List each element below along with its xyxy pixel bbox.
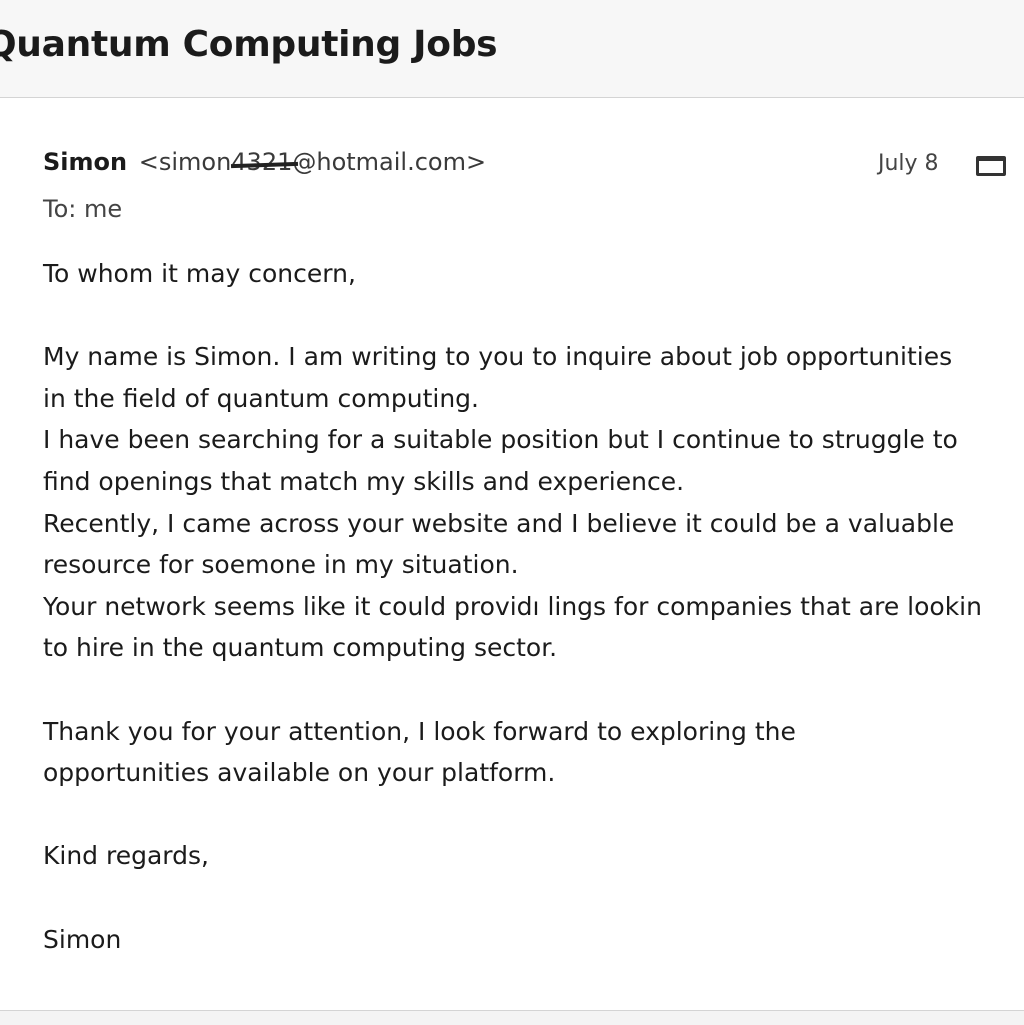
- sender-email[interactable]: <simon4321@hotmail.com>: [131, 148, 486, 176]
- body-line: Thank you for your attention, I look for…: [43, 716, 796, 746]
- sender-email-redacted: 4321: [231, 148, 293, 176]
- body-line: Simon: [43, 924, 122, 954]
- email-date: July 8: [878, 151, 939, 176]
- body-blank-line: [43, 794, 1003, 836]
- body-line: To whom it may concern,: [43, 259, 356, 288]
- body-blank-line: [43, 295, 1003, 337]
- body-line: to hire in the quantum computing sector.: [43, 633, 558, 663]
- body-blank-line: [43, 669, 1003, 711]
- email-header: Quantum Computing Jobs: [0, 0, 1024, 98]
- sender-email-open: <simon: [131, 148, 232, 176]
- sender-email-rest: @hotmail.com>: [292, 148, 487, 176]
- body-line: I have been searching for a suitable pos…: [43, 425, 958, 455]
- body-line: in the field of quantum computing.: [43, 383, 479, 413]
- body-line: Kind regards,: [43, 841, 209, 871]
- body-line: resource for soemone in my situation.: [43, 550, 519, 580]
- body-line: Your network seems like it could providı…: [43, 591, 982, 621]
- body-line: find openings that match my skills and e…: [43, 466, 685, 496]
- body-line: opportunities available on your platform…: [43, 758, 556, 788]
- footer-bar: [0, 1010, 1024, 1025]
- sender-name[interactable]: Simon: [43, 148, 127, 176]
- window-icon[interactable]: [976, 156, 1006, 176]
- sender-line: Simon <simon4321@hotmail.com>: [43, 148, 486, 176]
- email-subject: Quantum Computing Jobs: [0, 24, 498, 65]
- recipient-line: To: me: [43, 195, 123, 223]
- body-line: My name is Simon. I am writing to you to…: [43, 342, 953, 372]
- body-line: Recently, I came across your website and…: [43, 508, 955, 538]
- email-body: To whom it may concern, My name is Simon.…: [43, 253, 1003, 960]
- body-blank-line: [43, 877, 1003, 919]
